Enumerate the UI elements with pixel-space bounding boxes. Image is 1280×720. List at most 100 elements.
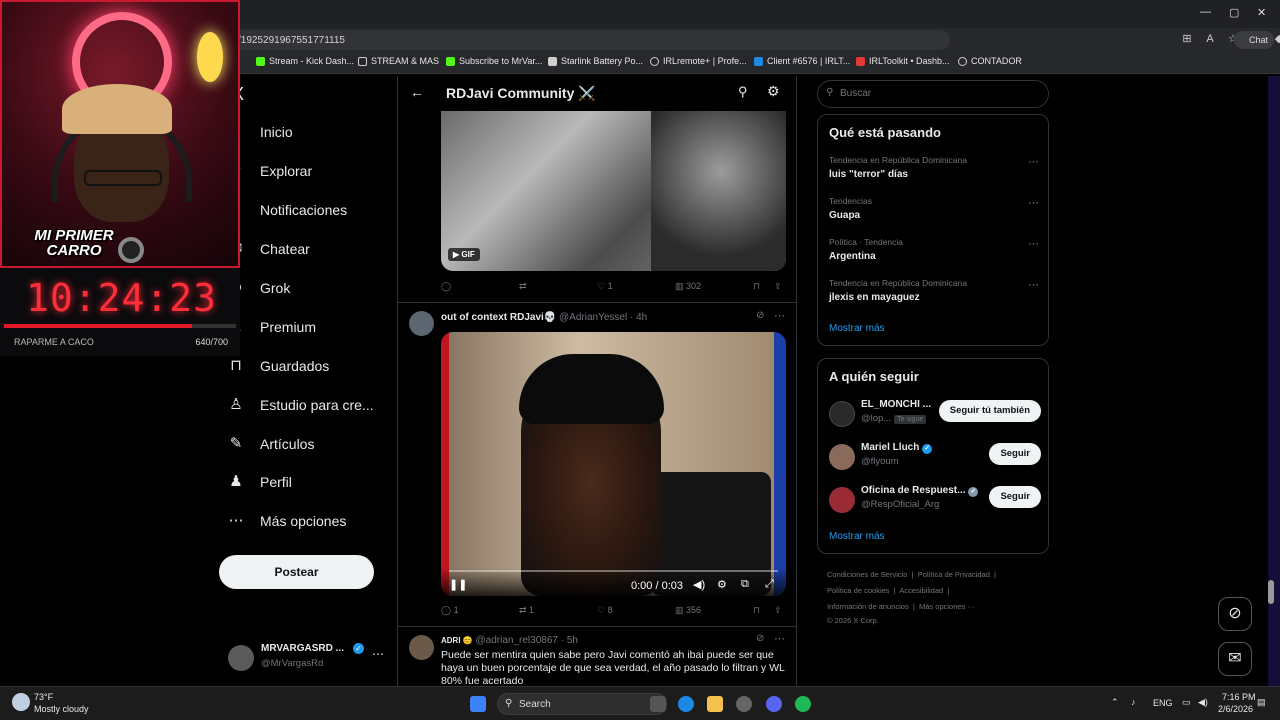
read-aloud-icon[interactable]: A — [1203, 32, 1217, 46]
file-explorer-icon[interactable] — [707, 696, 723, 712]
volume-icon[interactable]: ◀) — [1198, 697, 1208, 708]
app-icon[interactable]: ⊞ — [1180, 32, 1194, 46]
messages-float-icon[interactable]: ✉ — [1218, 642, 1252, 676]
obs-icon[interactable] — [736, 696, 752, 712]
nav-item-more[interactable]: ⋯ Más opciones — [228, 513, 347, 530]
follow-button[interactable]: Seguir — [989, 443, 1041, 465]
microphone-icon[interactable]: ♪ — [1131, 697, 1136, 707]
account-switcher[interactable]: MRVARGASRD ... ✓ @MrVargasRd ⋯ — [228, 641, 388, 677]
nav-item-notifications[interactable]: ♪Notificaciones — [228, 202, 347, 219]
retweet-icon[interactable]: ⇄ — [519, 281, 527, 292]
footer-link[interactable]: Accesibilidad — [899, 586, 943, 595]
follow-button[interactable]: Seguir — [989, 486, 1041, 508]
trend-item[interactable]: Tendencia en República Dominicana jlexis … — [829, 278, 1039, 303]
share-icon[interactable]: ⇪ — [774, 605, 782, 616]
nav-item-profile[interactable]: ♟ Perfil — [228, 474, 292, 491]
like-icon[interactable]: ♡ 8 — [597, 605, 613, 616]
video-progress[interactable] — [449, 570, 778, 572]
gear-icon[interactable]: ⚙ — [717, 578, 727, 591]
nav-item-articles[interactable]: ✎ Artículos — [228, 436, 315, 453]
bookmark-item[interactable]: STREAM & MAS — [358, 56, 439, 66]
more-icon[interactable]: ⋯ — [1028, 237, 1039, 250]
gif-media[interactable]: ▶ GIF — [441, 111, 786, 271]
scrollbar-thumb[interactable] — [1268, 580, 1274, 604]
close-window-button[interactable]: ✕ — [1257, 6, 1266, 19]
footer-link[interactable]: Información de anuncios — [827, 602, 909, 611]
language-indicator[interactable]: ENG — [1153, 698, 1173, 708]
taskbar-search[interactable]: ⚲ Search — [497, 693, 667, 715]
clock-date[interactable]: 2/6/2026 — [1218, 704, 1253, 714]
pause-icon[interactable]: ❚❚ — [449, 578, 467, 591]
more-icon[interactable]: ⋯ — [1028, 278, 1039, 291]
maximize-button[interactable]: ▢ — [1229, 6, 1239, 19]
gear-icon[interactable]: ⚙ — [767, 83, 780, 100]
follow-suggestion[interactable]: EL_MONCHI ... @lop... Te sigue Seguir tú … — [829, 397, 1041, 429]
more-icon[interactable]: ⋯ — [1028, 196, 1039, 209]
back-arrow-icon[interactable]: ← — [410, 84, 424, 100]
minimize-button[interactable]: — — [1200, 6, 1211, 18]
bookmark-item[interactable]: IRLToolkit • Dashb... — [856, 56, 950, 66]
reply-icon[interactable]: ◯ — [441, 281, 451, 292]
reply-icon[interactable]: ◯ 1 — [441, 605, 459, 616]
nav-item-premium[interactable]: XPremium — [228, 319, 316, 336]
bookmark-item[interactable]: Stream - Kick Dash... — [256, 56, 354, 66]
notifications-icon[interactable]: ▤ — [1257, 697, 1266, 708]
grok-float-icon[interactable]: ⊘ — [1218, 597, 1252, 631]
weather-icon[interactable] — [12, 693, 30, 711]
video-player[interactable]: ❚❚ 0:00 / 0:03 ◀) ⚙ ⧉ ⤢ — [441, 332, 786, 596]
bookmark-item[interactable]: CONTADOR — [958, 56, 1022, 66]
windows-start-icon[interactable] — [470, 696, 486, 712]
bookmark-item[interactable]: Starlink Battery Po... — [548, 56, 643, 66]
nav-item-studio[interactable]: ♙ Estudio para cre... — [228, 397, 373, 414]
author-name[interactable]: ADRI 😊 — [441, 636, 473, 645]
footer-link[interactable]: Más opciones ··· — [919, 602, 975, 611]
follow-suggestion[interactable]: Oficina de Respuest... ✓ @RespOficial_Ar… — [829, 483, 1041, 515]
search-input[interactable]: ⚲ Buscar — [817, 80, 1049, 108]
volume-icon[interactable]: ◀) — [693, 578, 705, 591]
trend-item[interactable]: Política · Tendencia Argentina ⋯ — [829, 237, 1039, 262]
nav-item-explore[interactable]: ⚲Explorar — [228, 163, 313, 180]
task-view-icon[interactable] — [650, 696, 666, 712]
views-icon[interactable]: ▥ 356 — [675, 605, 701, 616]
follow-back-button[interactable]: Seguir tú también — [938, 400, 1041, 422]
grok-icon[interactable]: ⊘ — [756, 310, 764, 321]
bookmark-icon[interactable]: ⊓ — [753, 605, 760, 616]
post-button[interactable]: Postear — [219, 555, 374, 589]
address-bar[interactable]: /1925291967551771115 — [230, 30, 950, 50]
copilot-chat-button[interactable]: Chat — [1234, 31, 1274, 49]
author-handle[interactable]: @AdrianYessel — [559, 312, 627, 323]
fullscreen-icon[interactable]: ⤢ — [765, 578, 774, 591]
spotify-icon[interactable] — [795, 696, 811, 712]
footer-link[interactable]: Política de cookies — [827, 586, 890, 595]
bookmark-item[interactable]: Client #6576 | IRLT... — [754, 56, 850, 66]
chevron-up-icon[interactable]: ⌃ — [1111, 697, 1119, 708]
footer-link[interactable]: Política de Privacidad — [918, 570, 990, 579]
follow-suggestion[interactable]: Mariel Lluch ✓ @flyoum Seguir — [829, 440, 1041, 472]
author-handle[interactable]: @adrian_rel30867 — [476, 635, 558, 646]
share-icon[interactable]: ⇪ — [774, 281, 782, 292]
discord-icon[interactable] — [766, 696, 782, 712]
more-icon[interactable]: ⋯ — [774, 309, 785, 322]
network-icon[interactable]: ▭ — [1182, 697, 1191, 708]
trend-item[interactable]: Tendencias Guapa ⋯ — [829, 196, 1039, 221]
avatar[interactable] — [409, 311, 434, 336]
show-more-trends-link[interactable]: Mostrar más — [829, 323, 885, 334]
bookmark-item[interactable]: Subscribe to MrVar... — [446, 56, 542, 66]
nav-item-chat[interactable]: ✉Chatear — [228, 241, 310, 258]
views-icon[interactable]: ▥ 302 — [675, 281, 701, 292]
more-icon[interactable]: ⋯ — [372, 647, 384, 661]
nav-item-bookmarks[interactable]: ⊓ Guardados — [228, 358, 329, 375]
footer-link[interactable]: Condiciones de Servicio — [827, 570, 907, 579]
search-icon[interactable]: ⚲ — [738, 84, 748, 100]
avatar[interactable] — [409, 635, 434, 660]
bookmark-icon[interactable]: ⊓ — [753, 281, 760, 292]
retweet-icon[interactable]: ⇄ 1 — [519, 605, 534, 616]
show-more-follow-link[interactable]: Mostrar más — [829, 531, 885, 542]
clock-time[interactable]: 7:16 PM — [1222, 692, 1256, 702]
trend-item[interactable]: Tendencia en República Dominicana luis "t… — [829, 155, 1039, 180]
more-icon[interactable]: ⋯ — [774, 632, 785, 645]
more-icon[interactable]: ⋯ — [1028, 155, 1039, 168]
edge-icon[interactable] — [678, 696, 694, 712]
pip-icon[interactable]: ⧉ — [741, 578, 749, 591]
grok-icon[interactable]: ⊘ — [756, 633, 764, 644]
